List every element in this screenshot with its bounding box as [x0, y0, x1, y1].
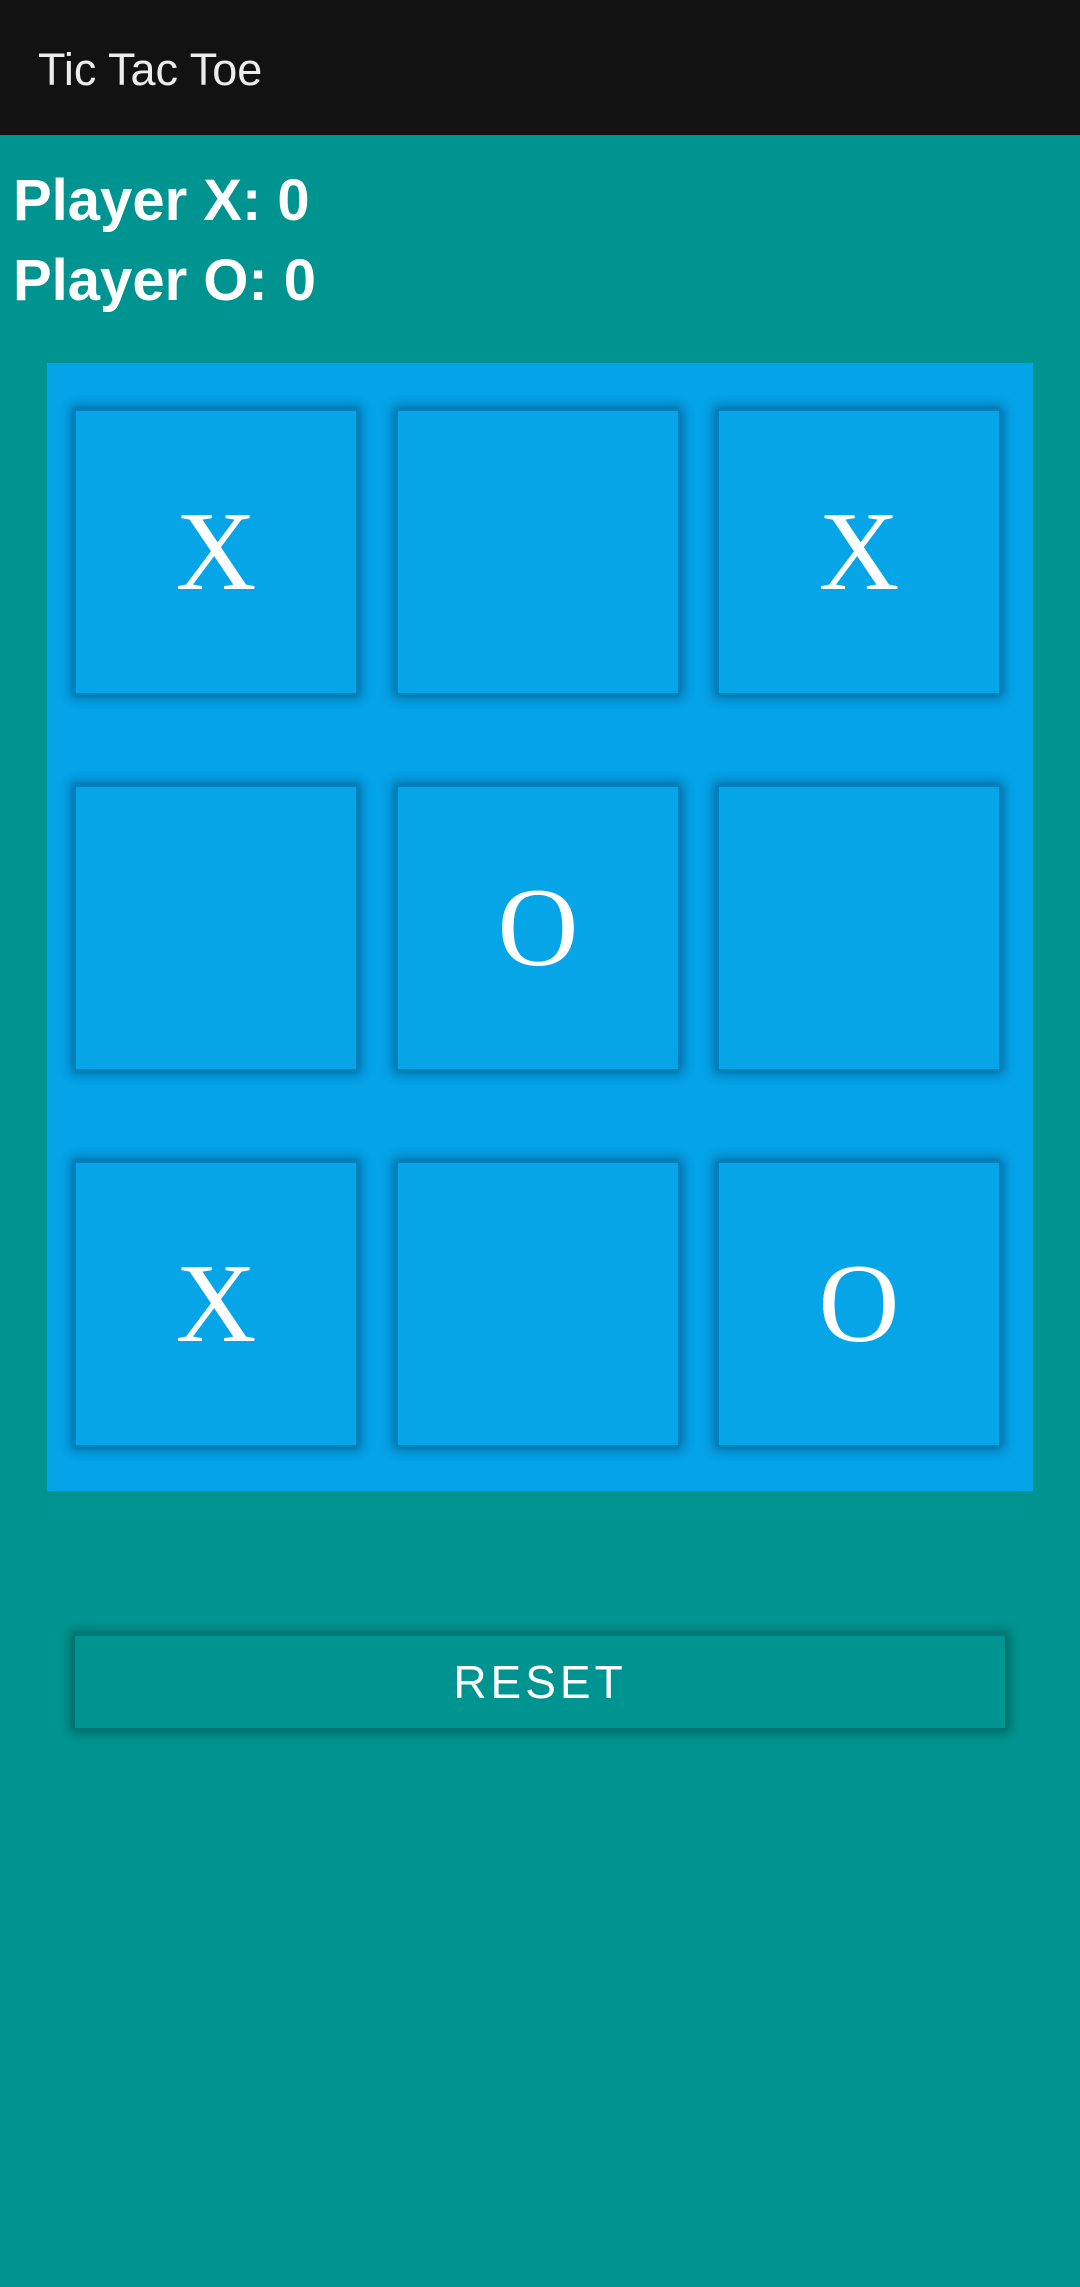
reset-button[interactable]: RESET — [73, 1634, 1007, 1730]
app-title: Tic Tac Toe — [38, 44, 263, 95]
player-o-score: Player O: 0 — [13, 248, 317, 313]
board-cell-7[interactable]: X — [74, 1161, 358, 1447]
board-cell-6[interactable] — [717, 785, 1001, 1071]
board-cell-4[interactable] — [74, 785, 358, 1071]
board-cell-9[interactable]: O — [717, 1161, 1001, 1447]
board-cell-1[interactable]: X — [74, 409, 358, 695]
player-x-score: Player X: 0 — [13, 168, 310, 233]
board-cell-3[interactable]: X — [717, 409, 1001, 695]
game-board: X X O X O — [47, 363, 1033, 1491]
app-bar: Tic Tac Toe — [0, 0, 1080, 135]
board-cell-8[interactable] — [396, 1161, 680, 1447]
board-cell-5[interactable]: O — [396, 785, 680, 1071]
board-cell-2[interactable] — [396, 409, 680, 695]
